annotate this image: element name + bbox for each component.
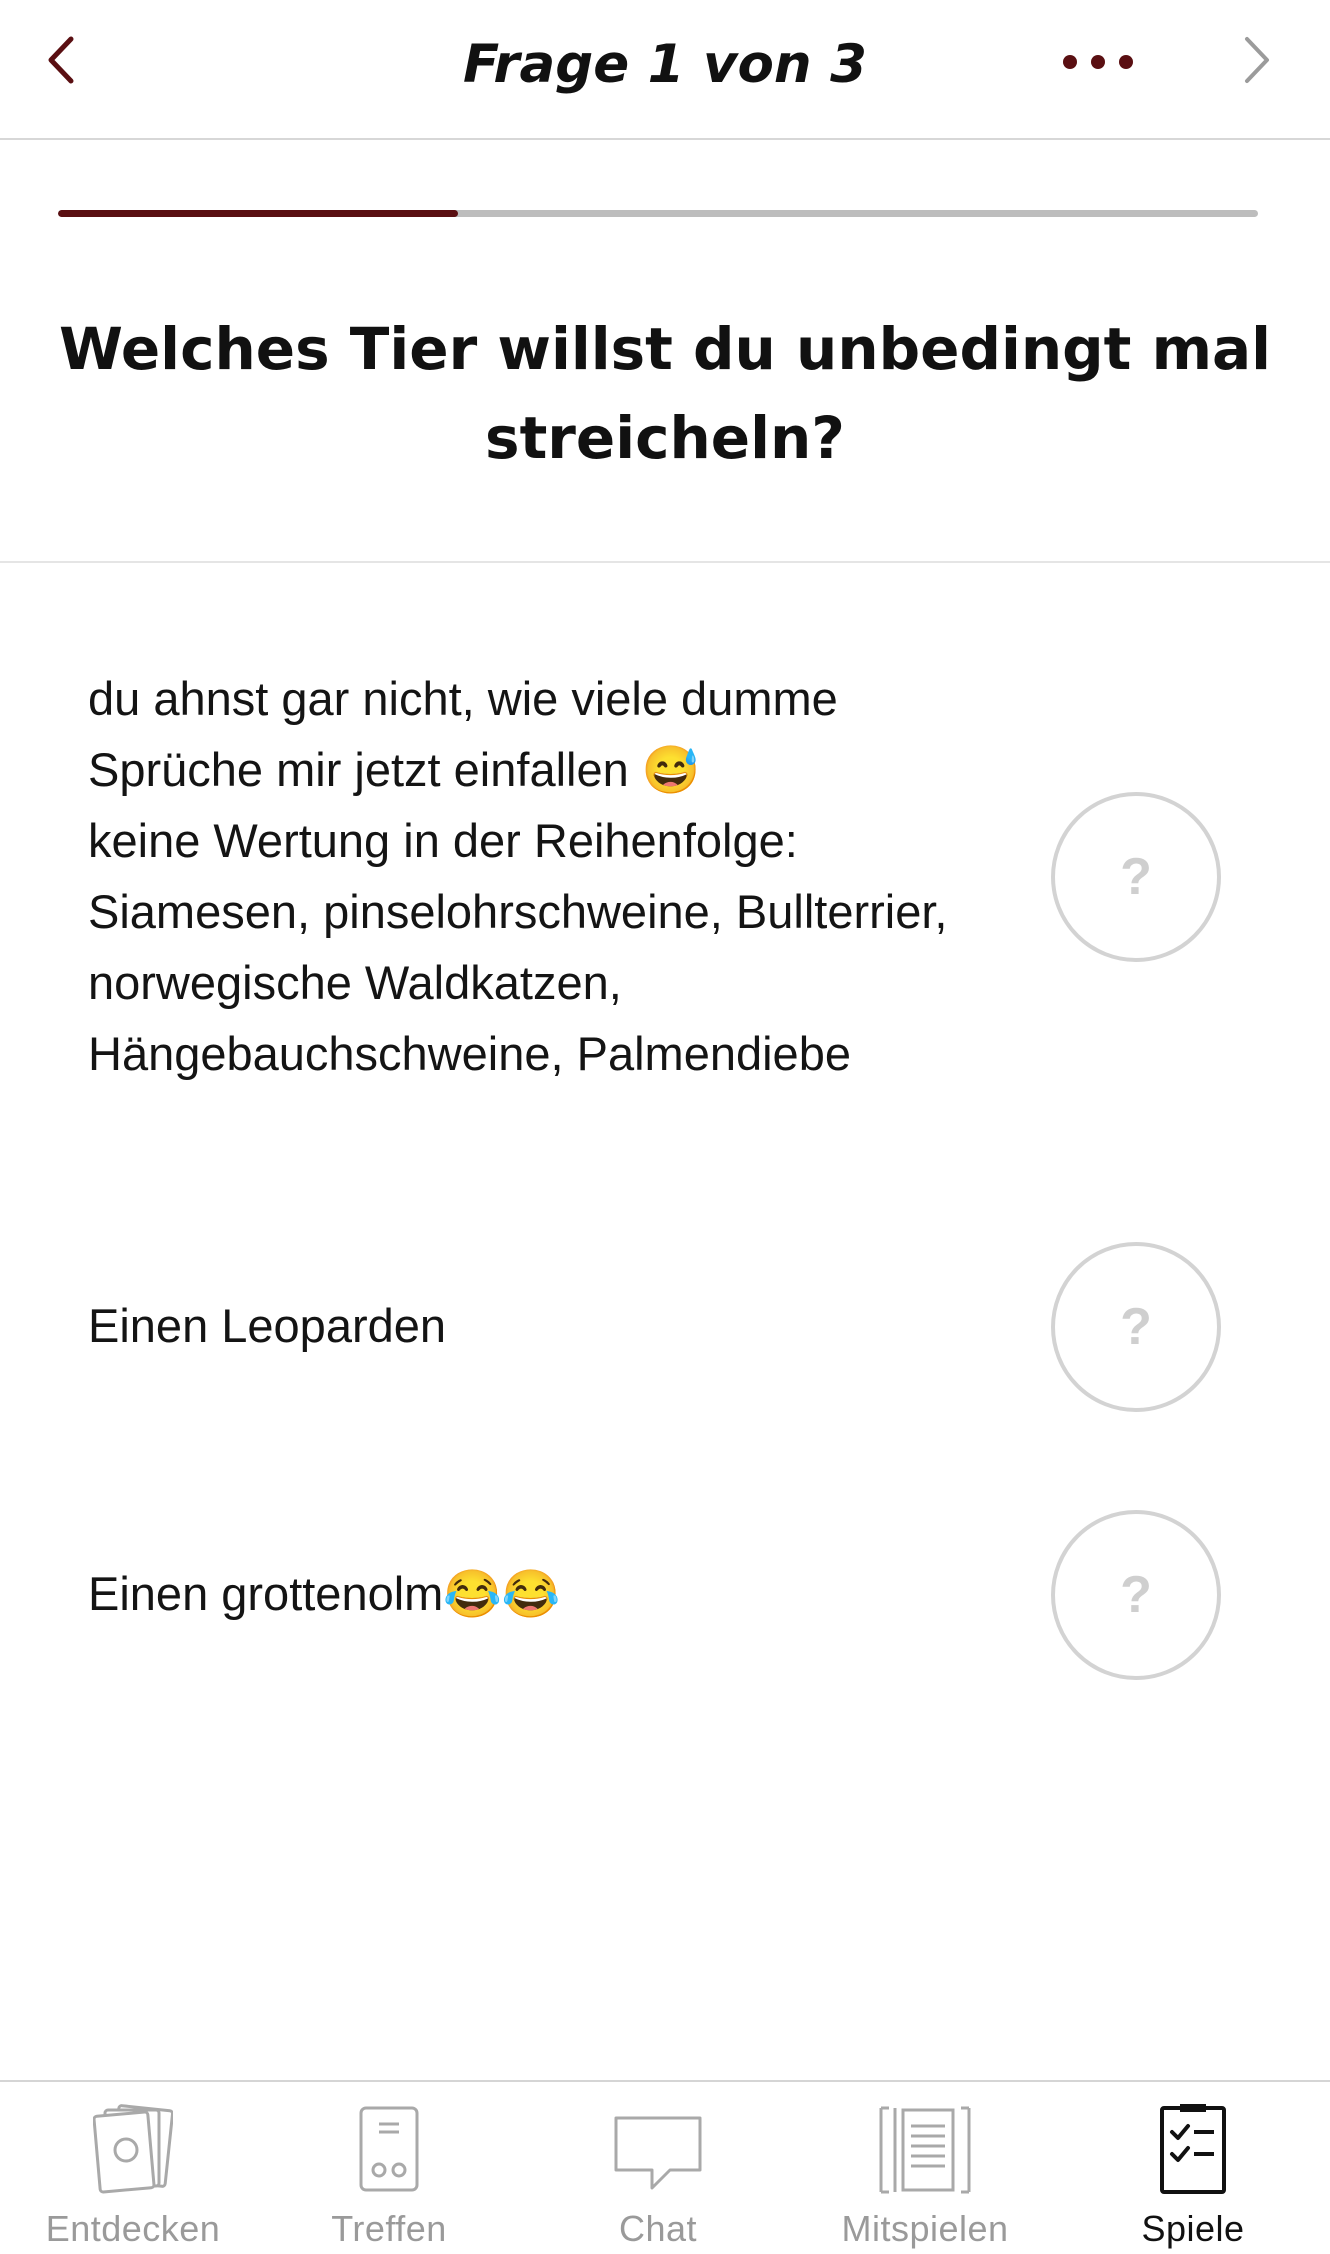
next-button[interactable] <box>1232 28 1282 92</box>
cards-icon <box>93 2104 173 2194</box>
chat-bubble-icon <box>614 2116 702 2190</box>
question-progress-bar <box>58 210 1258 217</box>
answer-text-1: du ahnst gar nicht, wie viele dumme Sprü… <box>88 672 948 1080</box>
progress-fill <box>58 210 458 217</box>
tab-label: Spiele <box>1141 2208 1245 2249</box>
divider <box>0 561 1330 563</box>
chevron-right-icon <box>1245 37 1269 83</box>
tab-mitspielen[interactable]: Mitspielen <box>792 2082 1058 2254</box>
tab-label: Treffen <box>331 2208 447 2249</box>
tab-label: Chat <box>618 2208 698 2249</box>
tab-label: Mitspielen <box>841 2208 1009 2249</box>
tab-label: Entdecken <box>45 2208 221 2249</box>
tab-spiele[interactable]: Spiele <box>1060 2082 1326 2254</box>
checklist-icon <box>1160 2104 1226 2194</box>
ellipsis-icon <box>1063 55 1133 69</box>
guess-button-3[interactable]: ? <box>1051 1510 1221 1680</box>
question-mark-icon: ? <box>1120 1566 1152 1624</box>
book-icon <box>879 2106 971 2194</box>
tab-treffen[interactable]: Treffen <box>256 2082 522 2254</box>
question-text: Welches Tier willst du unbedingt mal str… <box>58 315 1272 472</box>
guess-button-1[interactable]: ? <box>1051 792 1221 962</box>
phone-icon <box>359 2106 419 2192</box>
tab-chat[interactable]: Chat <box>525 2082 791 2254</box>
answer-text-2: Einen Leoparden <box>88 1299 447 1352</box>
tab-entdecken[interactable]: Entdecken <box>0 2082 266 2254</box>
question-mark-icon: ? <box>1120 1298 1152 1356</box>
question-mark-icon: ? <box>1120 848 1152 906</box>
guess-button-2[interactable]: ? <box>1051 1242 1221 1412</box>
answer-text-3: Einen grottenolm😂😂 <box>88 1567 561 1620</box>
more-options-button[interactable] <box>1050 40 1150 84</box>
bottom-tab-bar: Entdecken Treffen Chat Mitspielen Spiele <box>0 2080 1330 2254</box>
top-navigation-bar: Frage 1 von 3 <box>0 0 1330 140</box>
